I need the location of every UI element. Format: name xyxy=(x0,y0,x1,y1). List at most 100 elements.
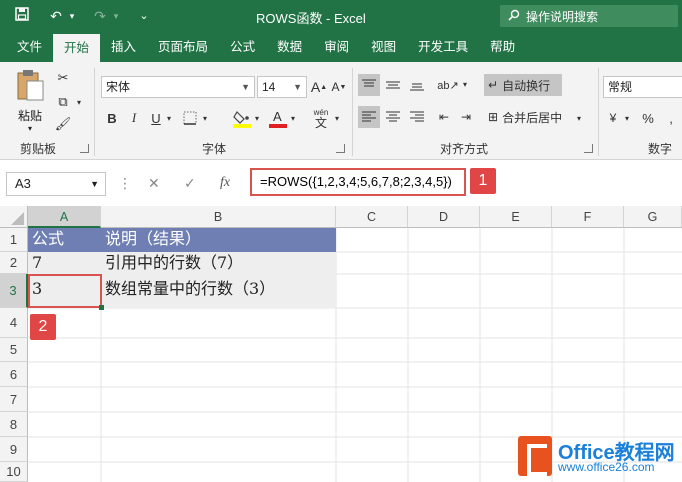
customize-qat-icon[interactable]: ⌄ xyxy=(134,6,154,26)
fill-color-icon[interactable] xyxy=(232,106,252,130)
ribbon-tabs: 文件 开始 插入 页面布局 公式 数据 审阅 视图 开发工具 帮助 xyxy=(0,32,682,62)
undo-icon[interactable]: ↶ xyxy=(46,6,66,26)
tab-developer[interactable]: 开发工具 xyxy=(407,32,479,62)
tab-review[interactable]: 审阅 xyxy=(313,32,360,62)
tab-data[interactable]: 数据 xyxy=(266,32,313,62)
select-all-corner[interactable] xyxy=(0,206,28,228)
wrap-text-icon: ↵ xyxy=(488,78,499,92)
row-header-4[interactable]: 4 xyxy=(0,308,28,338)
column-header-a[interactable]: A xyxy=(28,206,101,228)
tab-formulas[interactable]: 公式 xyxy=(219,32,266,62)
search-icon xyxy=(508,9,520,24)
format-painter-icon[interactable]: 🖌 xyxy=(52,114,74,134)
row-header-6[interactable]: 6 xyxy=(0,362,28,387)
enter-icon[interactable]: ✓ xyxy=(184,175,196,192)
column-header-g[interactable]: G xyxy=(624,206,682,228)
watermark-logo: Office教程网 www.office26.com xyxy=(518,434,682,482)
merge-center-button[interactable]: ⊞ 合并后居中 xyxy=(484,106,570,128)
cell-a1[interactable]: 公式 xyxy=(28,228,101,252)
redo-icon[interactable]: ↷ xyxy=(90,6,110,26)
tab-home[interactable]: 开始 xyxy=(53,34,101,62)
middle-align-icon[interactable] xyxy=(382,74,404,96)
tab-view[interactable]: 视图 xyxy=(360,32,407,62)
row-header-1[interactable]: 1 xyxy=(0,228,28,252)
row-header-10[interactable]: 10 xyxy=(0,462,28,482)
number-format-select[interactable]: 常规 xyxy=(603,76,682,98)
align-left-icon[interactable] xyxy=(358,106,380,128)
tab-help[interactable]: 帮助 xyxy=(479,32,526,62)
copy-icon[interactable]: ⧉ xyxy=(52,92,74,112)
column-header-d[interactable]: D xyxy=(408,206,480,228)
cut-icon[interactable]: ✂ xyxy=(52,68,74,88)
merge-dropdown-icon[interactable]: ▾ xyxy=(574,110,584,126)
decrease-font-icon[interactable]: A ▼ xyxy=(330,77,348,97)
cell-b2[interactable]: 引用中的行数（7） xyxy=(101,252,336,274)
chevron-down-icon: ▼ xyxy=(241,82,250,92)
cell-b3[interactable]: 数组常量中的行数（3） xyxy=(101,274,336,308)
row-header-7[interactable]: 7 xyxy=(0,387,28,412)
tab-insert[interactable]: 插入 xyxy=(100,32,147,62)
underline-dropdown-icon[interactable]: ▾ xyxy=(164,110,174,126)
font-color-icon[interactable]: A xyxy=(268,106,288,130)
phonetic-guide-button[interactable]: wén 文 xyxy=(310,106,332,130)
currency-icon[interactable]: ¥ xyxy=(604,108,622,128)
row-header-8[interactable]: 8 xyxy=(0,412,28,437)
align-center-icon[interactable] xyxy=(382,106,404,128)
cancel-icon[interactable]: ✕ xyxy=(148,175,160,192)
row-header-3[interactable]: 3 xyxy=(0,274,28,308)
search-box[interactable]: 操作说明搜索 xyxy=(500,5,678,27)
redo-dropdown-icon[interactable]: ▾ xyxy=(112,6,120,26)
top-align-icon[interactable] xyxy=(358,74,380,96)
font-name-select[interactable]: 宋体 ▼ xyxy=(101,76,255,98)
paste-icon xyxy=(17,70,44,101)
decrease-indent-icon[interactable]: ⇤ xyxy=(434,106,454,128)
font-launcher-icon[interactable] xyxy=(336,144,345,153)
column-header-f[interactable]: F xyxy=(552,206,624,228)
wrap-text-button[interactable]: ↵ 自动换行 xyxy=(484,74,562,96)
separator xyxy=(598,68,599,156)
orientation-dropdown-icon[interactable]: ▾ xyxy=(460,76,470,92)
insert-function-icon[interactable]: fx xyxy=(220,175,230,191)
tab-page-layout[interactable]: 页面布局 xyxy=(147,32,219,62)
number-group-label: 数字 xyxy=(648,142,673,156)
copy-dropdown-icon[interactable]: ▾ xyxy=(74,94,84,110)
phonetic-dropdown-icon[interactable]: ▾ xyxy=(332,110,342,126)
font-name-value: 宋体 xyxy=(106,80,131,94)
cell-a2[interactable]: 7 xyxy=(28,252,101,274)
paste-button[interactable]: 粘贴 ▾ xyxy=(10,68,50,134)
clipboard-group-label: 剪贴板 xyxy=(20,142,57,156)
undo-dropdown-icon[interactable]: ▾ xyxy=(68,6,76,26)
column-header-e[interactable]: E xyxy=(480,206,552,228)
tab-file[interactable]: 文件 xyxy=(0,32,53,62)
currency-dropdown-icon[interactable]: ▾ xyxy=(622,110,632,126)
bottom-align-icon[interactable] xyxy=(406,74,428,96)
fill-color-dropdown-icon[interactable]: ▾ xyxy=(252,110,262,126)
italic-button[interactable]: I xyxy=(125,108,143,128)
row-header-5[interactable]: 5 xyxy=(0,338,28,362)
merge-center-label: 合并后居中 xyxy=(502,110,563,125)
font-size-select[interactable]: 14 ▼ xyxy=(257,76,307,98)
row-header-9[interactable]: 9 xyxy=(0,437,28,462)
name-box[interactable]: A3 ▼ xyxy=(6,172,106,196)
separator xyxy=(352,68,353,156)
alignment-launcher-icon[interactable] xyxy=(584,144,593,153)
column-header-c[interactable]: C xyxy=(336,206,408,228)
comma-style-icon[interactable]: , xyxy=(662,108,680,128)
row-header-2[interactable]: 2 xyxy=(0,252,28,274)
align-right-icon[interactable] xyxy=(406,106,428,128)
percent-button[interactable]: % xyxy=(638,108,658,128)
borders-icon[interactable] xyxy=(180,108,200,128)
number-format-value: 常规 xyxy=(608,80,633,94)
column-header-b[interactable]: B xyxy=(101,206,336,228)
borders-dropdown-icon[interactable]: ▾ xyxy=(200,110,210,126)
save-icon[interactable] xyxy=(12,6,32,26)
underline-button[interactable]: U xyxy=(147,108,165,128)
font-color-dropdown-icon[interactable]: ▾ xyxy=(288,110,298,126)
clipboard-launcher-icon[interactable] xyxy=(80,144,89,153)
increase-font-icon[interactable]: A ▲ xyxy=(310,77,328,97)
increase-indent-icon[interactable]: ⇥ xyxy=(456,106,476,128)
formula-input[interactable]: =ROWS({1,2,3,4;5,6,7,8;2,3,4,5}) xyxy=(250,168,466,196)
bold-button[interactable]: B xyxy=(103,108,121,128)
cell-b1[interactable]: 说明（结果） xyxy=(101,228,336,252)
orientation-icon[interactable]: ab↗ xyxy=(436,74,460,96)
